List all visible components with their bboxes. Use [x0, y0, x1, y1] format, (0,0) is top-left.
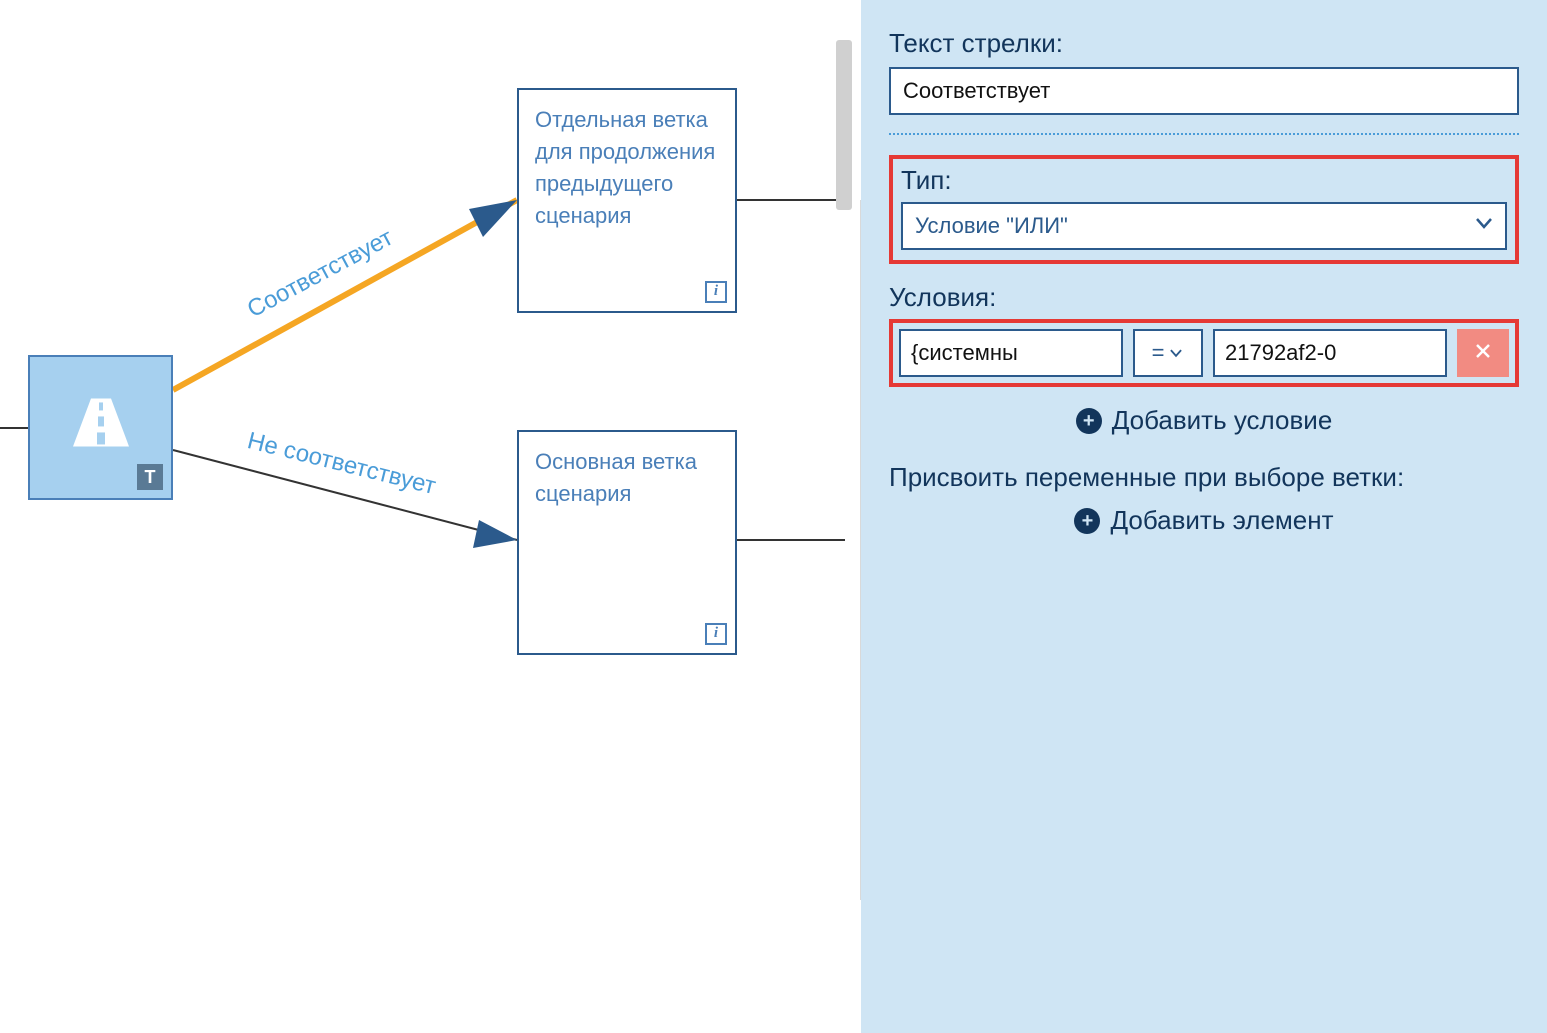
- condition-right-input[interactable]: [1213, 329, 1447, 377]
- vertical-scrollbar[interactable]: [830, 0, 860, 1033]
- diagram-canvas[interactable]: Соответствует Не соответствует T Отдельн…: [0, 0, 860, 1033]
- edge-label-nomatch[interactable]: Не соответствует: [244, 427, 438, 501]
- start-node-badge: T: [137, 464, 163, 490]
- section-separator: [889, 133, 1519, 135]
- branch-box-bottom-text: Основная ветка сценария: [535, 449, 697, 506]
- condition-left-input[interactable]: [899, 329, 1123, 377]
- plus-circle-icon: +: [1076, 408, 1102, 434]
- arrow-text-input[interactable]: [889, 67, 1519, 115]
- condition-operator-value: =: [1152, 340, 1165, 366]
- add-element-button[interactable]: + Добавить элемент: [889, 505, 1519, 536]
- conditions-label: Условия:: [889, 282, 1519, 313]
- type-section-highlight: Тип: Условие "ИЛИ": [889, 155, 1519, 264]
- delete-condition-button[interactable]: [1457, 329, 1509, 377]
- branch-box-bottom[interactable]: Основная ветка сценария i: [517, 430, 737, 655]
- chevron-down-icon: [1168, 345, 1184, 361]
- type-select[interactable]: Условие "ИЛИ": [901, 202, 1507, 250]
- branch-box-top-text: Отдельная ветка для продолжения предыдущ…: [535, 107, 715, 228]
- close-icon: [1473, 341, 1493, 366]
- condition-operator-select[interactable]: =: [1133, 329, 1203, 377]
- scrollbar-thumb[interactable]: [836, 40, 852, 210]
- condition-row: =: [899, 329, 1509, 377]
- arrow-text-label: Текст стрелки:: [889, 28, 1519, 59]
- chevron-down-icon: [1473, 212, 1495, 240]
- type-select-value: Условие "ИЛИ": [915, 213, 1068, 239]
- add-element-label: Добавить элемент: [1110, 505, 1333, 536]
- road-icon: [69, 394, 133, 455]
- properties-panel: Текст стрелки: Тип: Условие "ИЛИ" Услови…: [861, 0, 1547, 1033]
- info-icon[interactable]: i: [705, 623, 727, 645]
- start-node[interactable]: T: [28, 355, 173, 500]
- assign-vars-label: Присвоить переменные при выборе ветки:: [889, 460, 1519, 495]
- add-condition-label: Добавить условие: [1112, 405, 1333, 436]
- add-condition-button[interactable]: + Добавить условие: [889, 405, 1519, 436]
- edge-label-match[interactable]: Соответствует: [243, 224, 398, 324]
- condition-row-highlight: =: [889, 319, 1519, 387]
- info-icon[interactable]: i: [705, 281, 727, 303]
- plus-circle-icon: +: [1074, 508, 1100, 534]
- type-label: Тип:: [901, 165, 1507, 196]
- branch-box-top[interactable]: Отдельная ветка для продолжения предыдущ…: [517, 88, 737, 313]
